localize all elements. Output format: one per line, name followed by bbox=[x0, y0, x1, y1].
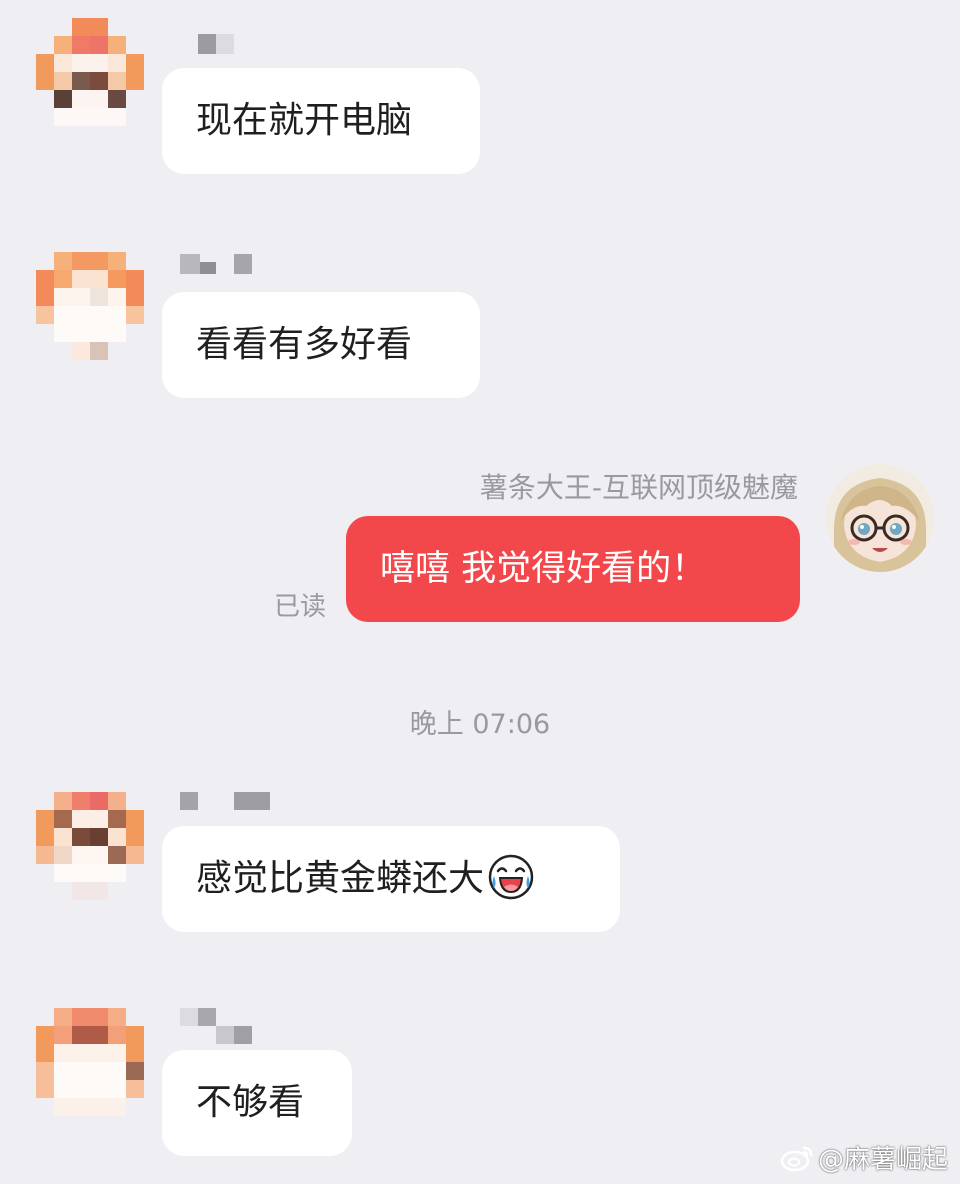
message-text: 看看有多好看 bbox=[196, 324, 413, 365]
sender-name: 薯条大王-互联网顶级魅魔 bbox=[479, 471, 798, 504]
message-text: 嘻嘻 我觉得好看的！ bbox=[380, 549, 707, 589]
avatar[interactable] bbox=[36, 1008, 144, 1116]
watermark-text: @麻薯崛起 bbox=[817, 1145, 948, 1175]
watermark: @麻薯崛起 bbox=[780, 1139, 948, 1176]
avatar[interactable] bbox=[36, 18, 144, 126]
message-bubble[interactable]: 感觉比黄金蟒还大 bbox=[162, 826, 620, 932]
message-bubble[interactable]: 现在就开电脑 bbox=[162, 68, 480, 174]
sender-name-pixelated bbox=[180, 254, 256, 274]
message-bubble-self[interactable]: 嘻嘻 我觉得好看的！ bbox=[346, 516, 800, 622]
message-bubble[interactable]: 不够看 bbox=[162, 1050, 352, 1156]
sender-name-pixelated bbox=[180, 792, 272, 812]
laughing-crying-emoji-icon bbox=[488, 854, 534, 900]
avatar[interactable] bbox=[36, 252, 144, 360]
avatar[interactable] bbox=[36, 792, 144, 900]
read-status: 已读 bbox=[274, 592, 327, 622]
avatar[interactable] bbox=[826, 464, 934, 572]
sender-name-pixelated bbox=[198, 34, 238, 54]
message-text: 感觉比黄金蟒还大 bbox=[196, 858, 485, 899]
sender-name-pixelated bbox=[180, 1008, 256, 1044]
weibo-logo-icon bbox=[780, 1146, 813, 1171]
message-bubble[interactable]: 看看有多好看 bbox=[162, 292, 480, 398]
message-text: 不够看 bbox=[196, 1082, 305, 1123]
timestamp-divider: 晚上 07:06 bbox=[409, 709, 551, 740]
message-text: 现在就开电脑 bbox=[196, 100, 413, 141]
